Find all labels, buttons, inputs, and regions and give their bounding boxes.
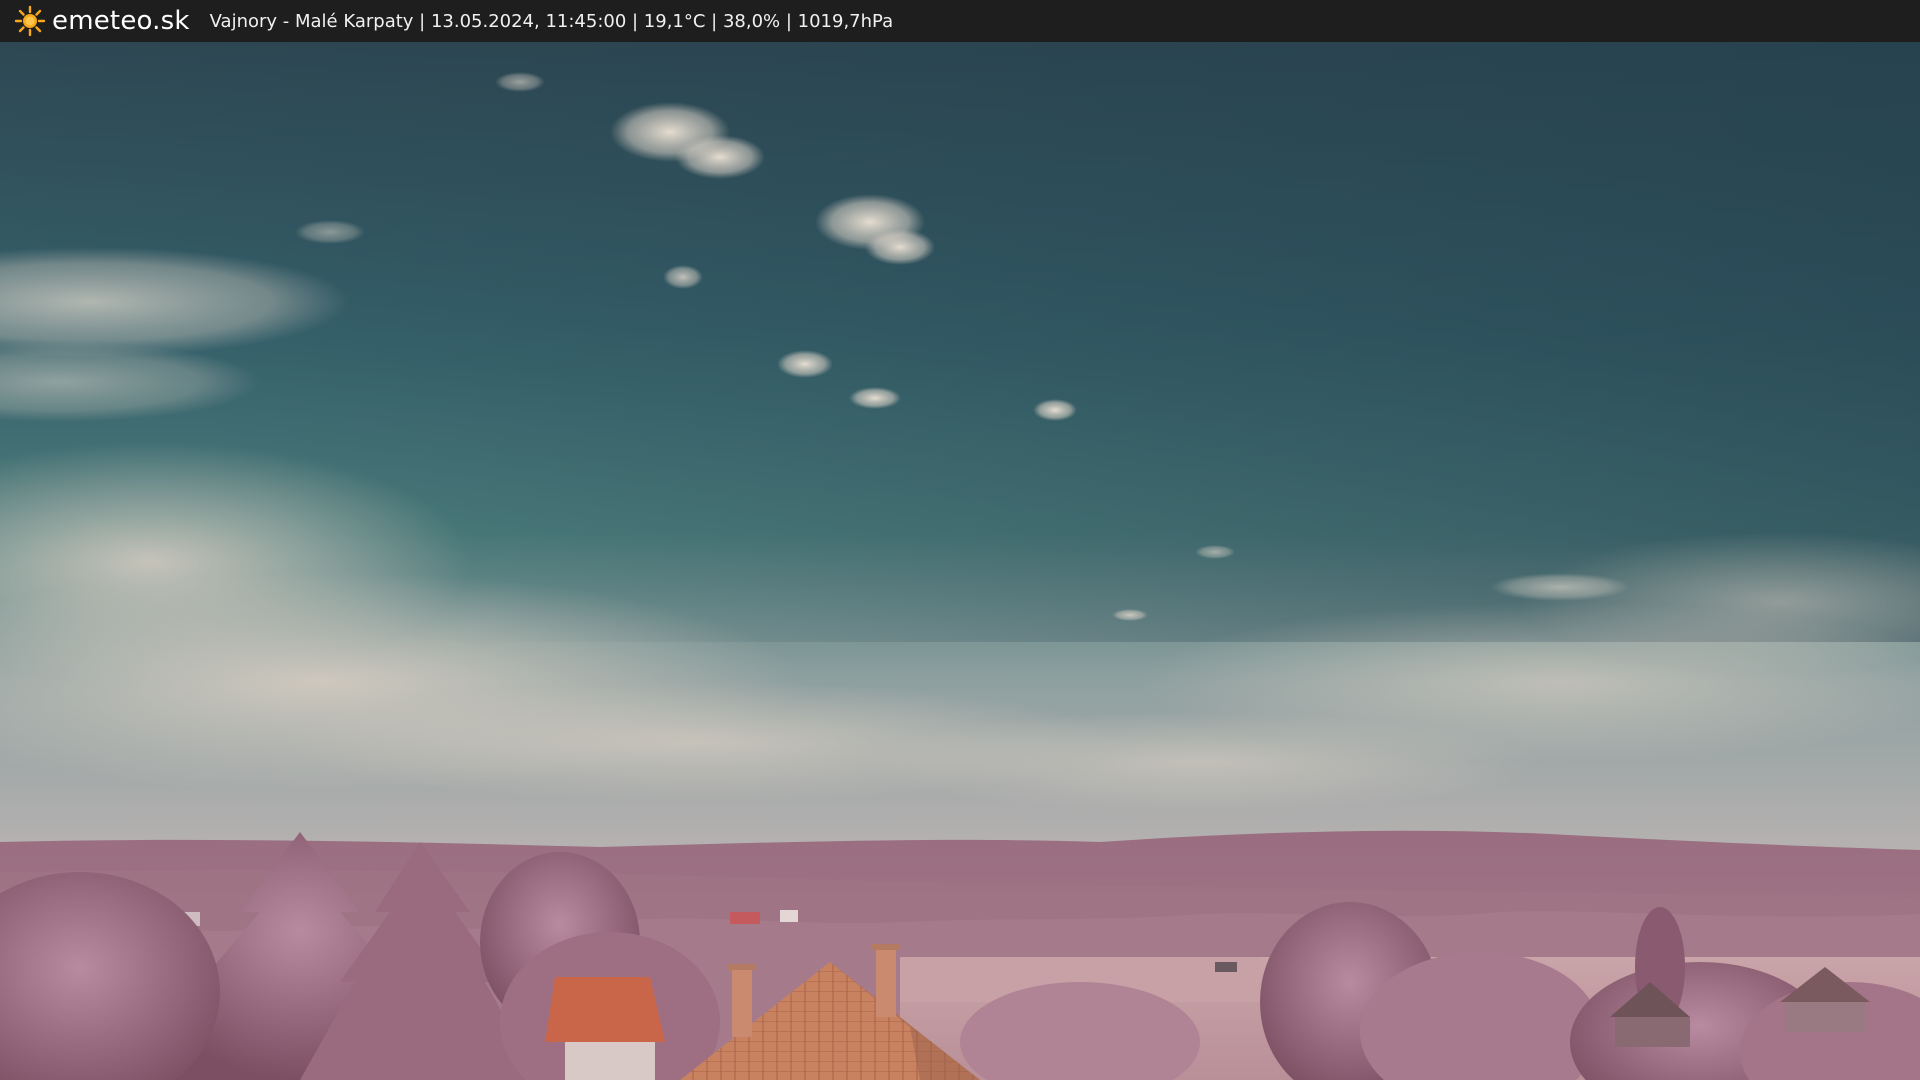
landscape-scene — [0, 42, 1920, 1080]
webcam-frame: emeteo.sk Vajnory - Malé Karpaty | 13.05… — [0, 0, 1920, 1080]
sun-icon — [14, 5, 46, 37]
site-logo[interactable]: emeteo.sk — [14, 0, 190, 42]
site-brand: emeteo.sk — [52, 6, 190, 36]
top-info-bar: emeteo.sk Vajnory - Malé Karpaty | 13.05… — [0, 0, 1920, 42]
weather-status-line: Vajnory - Malé Karpaty | 13.05.2024, 11:… — [209, 10, 894, 32]
webcam-image — [0, 42, 1920, 1080]
